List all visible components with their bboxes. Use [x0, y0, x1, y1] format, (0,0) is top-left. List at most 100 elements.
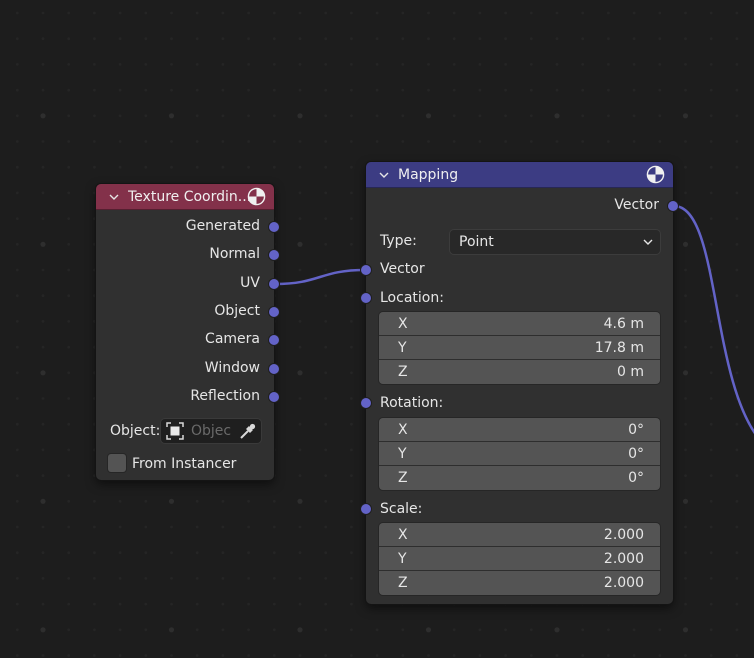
node-header[interactable]: Mapping	[366, 162, 673, 188]
grid-dot	[67, 165, 71, 169]
field-value: 0°	[628, 470, 644, 486]
chevron-down-icon[interactable]	[108, 191, 120, 203]
output-label-window: Window	[204, 359, 260, 376]
texture-coordinate-node[interactable]: Texture Coordin... Generated Normal UV Obje…	[96, 184, 279, 480]
grid-dot	[170, 140, 173, 143]
grid-dot	[67, 320, 71, 323]
rotation-field-x[interactable]: X 0°	[379, 418, 660, 442]
grid-dot	[195, 525, 199, 529]
object-selector[interactable]: Objec	[161, 419, 261, 443]
material-preview-icon[interactable]	[646, 165, 665, 184]
grid-major-dot	[554, 113, 560, 119]
mapping-node[interactable]: Mapping Vector Type: Point Vector Locati…	[361, 162, 678, 604]
material-preview-icon[interactable]	[247, 187, 266, 206]
grid-dot	[41, 474, 45, 477]
grid-major-dot	[682, 627, 689, 633]
grid-dot	[581, 628, 585, 632]
grid-dot	[581, 654, 585, 657]
grid-dot	[427, 140, 430, 143]
grid-dot	[709, 654, 713, 657]
grid-dot	[350, 63, 353, 66]
grid-dot	[15, 577, 19, 580]
rotation-socket[interactable]	[361, 398, 371, 408]
axis-label: Z	[398, 364, 408, 380]
grid-dot	[67, 140, 71, 143]
grid-dot	[195, 114, 199, 118]
grid-dot	[452, 628, 456, 632]
output-socket-window[interactable]	[269, 363, 279, 374]
rotation-field-z[interactable]: Z 0°	[379, 466, 660, 490]
grid-dot	[15, 551, 19, 555]
type-dropdown[interactable]: Point	[450, 230, 660, 254]
grid-dot	[427, 63, 430, 66]
location-field-x[interactable]: X 4.6 m	[379, 312, 660, 336]
scale-field-x[interactable]: X 2.000	[379, 523, 660, 547]
location-socket[interactable]	[361, 293, 371, 303]
rotation-field-y[interactable]: Y 0°	[379, 442, 660, 466]
grid-dot	[15, 191, 19, 195]
grid-dot	[607, 88, 610, 92]
grid-dot	[684, 217, 687, 221]
grid-dot	[272, 525, 276, 529]
grid-dot	[375, 140, 379, 143]
grid-dot	[735, 448, 739, 452]
grid-dot	[41, 320, 45, 323]
output-socket-generated[interactable]	[269, 222, 279, 232]
grid-dot	[401, 88, 405, 92]
grid-dot	[221, 654, 225, 657]
output-vector-socket[interactable]	[668, 201, 678, 211]
scale-socket[interactable]	[361, 504, 371, 514]
grid-dot	[735, 397, 739, 400]
grid-dot	[221, 11, 225, 15]
grid-dot	[15, 654, 19, 657]
location-field-z[interactable]: Z 0 m	[379, 360, 660, 384]
chevron-down-icon[interactable]	[378, 169, 390, 181]
grid-dot	[93, 37, 96, 41]
grid-dot	[298, 602, 302, 606]
grid-dot	[581, 63, 585, 66]
grid-dot	[504, 11, 507, 15]
grid-dot	[709, 345, 713, 349]
grid-dot	[555, 37, 559, 41]
grid-dot	[247, 114, 251, 118]
scale-field-z[interactable]: Z 2.000	[379, 571, 660, 595]
grid-dot	[41, 268, 45, 272]
grid-dot	[272, 551, 276, 555]
grid-dot	[324, 268, 328, 272]
grid-dot	[709, 551, 713, 555]
from-instancer-checkbox[interactable]	[108, 454, 126, 472]
grid-dot	[93, 551, 96, 555]
grid-dot	[247, 525, 251, 529]
output-socket-reflection[interactable]	[269, 391, 279, 402]
grid-dot	[709, 63, 713, 66]
field-value: 2.000	[603, 575, 644, 591]
grid-dot	[324, 114, 328, 118]
scale-field-y[interactable]: Y 2.000	[379, 547, 660, 571]
grid-dot	[41, 448, 45, 452]
eyedropper-icon[interactable]	[239, 422, 257, 440]
grid-dot	[324, 11, 328, 15]
grid-dot	[504, 114, 507, 118]
input-vector-socket[interactable]	[361, 265, 371, 275]
grid-dot	[298, 268, 302, 272]
grid-dot	[632, 654, 636, 657]
grid-dot	[632, 11, 636, 15]
grid-dot	[632, 114, 636, 118]
grid-dot	[170, 551, 173, 555]
location-field-y[interactable]: Y 17.8 m	[379, 336, 660, 360]
output-socket-object[interactable]	[269, 306, 279, 317]
node-header[interactable]: Texture Coordin...	[96, 184, 274, 210]
grid-dot	[401, 628, 405, 632]
type-label: Type:	[380, 233, 417, 249]
grid-dot	[144, 577, 148, 580]
grid-dot	[709, 602, 713, 606]
output-socket-uv[interactable]	[269, 278, 279, 289]
grid-dot	[709, 371, 713, 375]
grid-dot	[350, 422, 353, 426]
grid-dot	[709, 11, 713, 15]
grid-dot	[272, 577, 276, 580]
grid-dot	[709, 525, 713, 529]
grid-dot	[67, 37, 71, 41]
grid-dot	[247, 37, 251, 41]
object-label: Object:	[110, 423, 161, 439]
